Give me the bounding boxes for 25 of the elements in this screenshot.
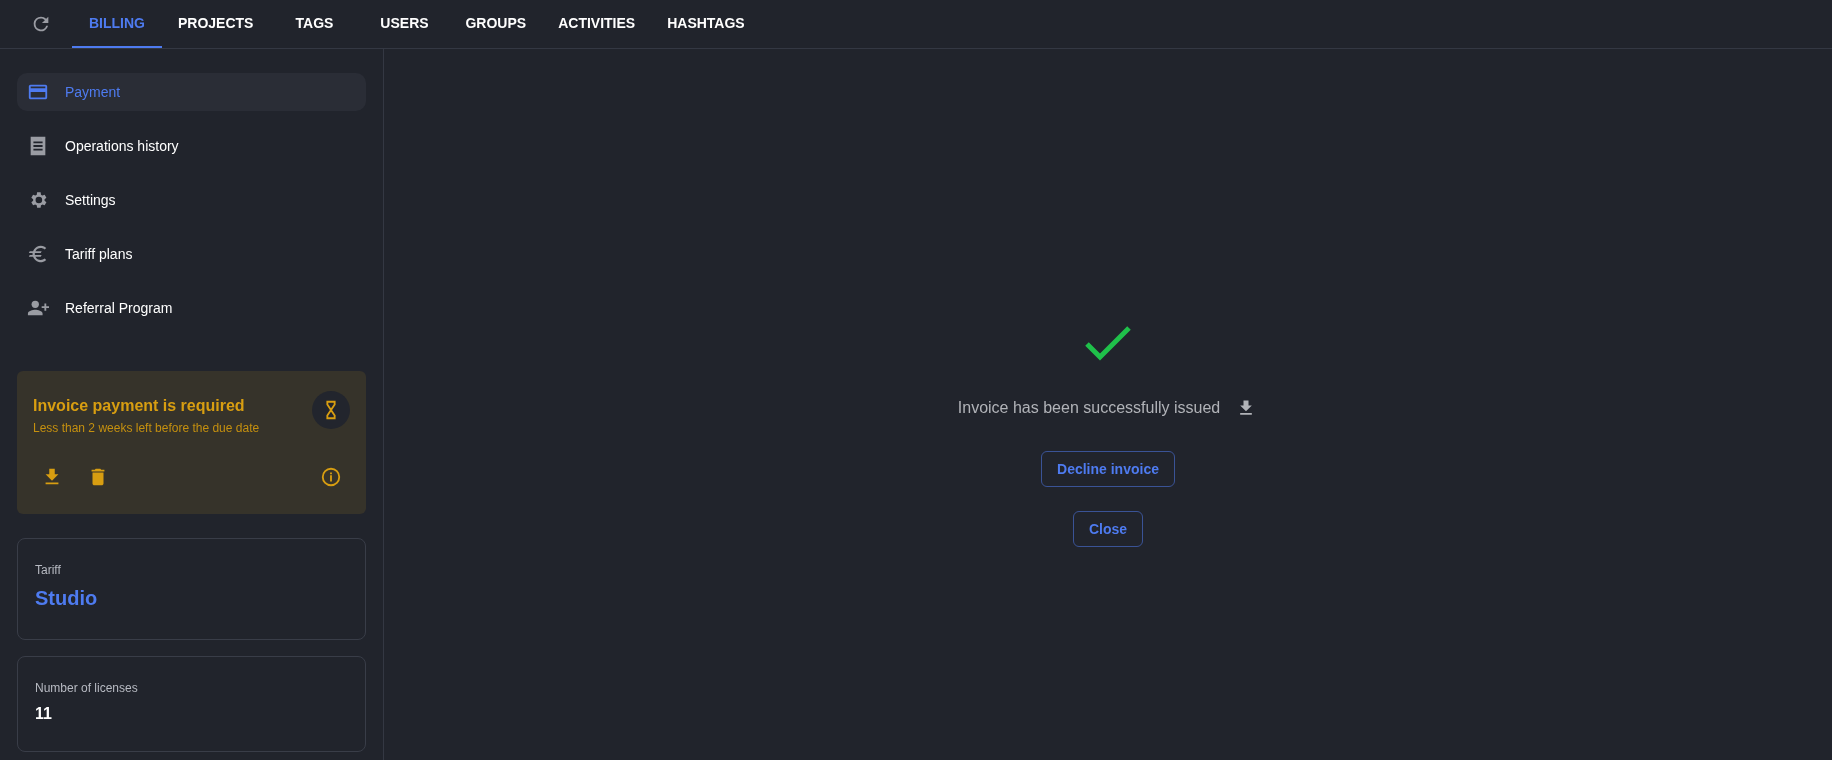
decline-button[interactable]: Decline invoice [1041, 451, 1175, 487]
card-value: Studio [35, 587, 99, 610]
card-value: 11 [35, 705, 53, 723]
nav-tab[interactable]: USERS [359, 0, 450, 48]
sidebar-item[interactable]: Operations history [17, 127, 366, 165]
alert-title: Invoice payment is required [33, 397, 246, 415]
euro-icon [27, 243, 49, 265]
nav-tab[interactable]: GROUPS [449, 0, 543, 48]
sidebar-item[interactable]: Payment [17, 73, 366, 111]
alert-subtitle: Less than 2 weeks left before the due date [33, 421, 260, 435]
card-label: Number of licenses [35, 681, 139, 695]
info-button[interactable] [320, 466, 342, 488]
nav-tab[interactable]: ACTIVITIES [542, 0, 652, 48]
checkmark-icon [1084, 325, 1132, 363]
nav-tab[interactable]: TAGS [269, 0, 360, 48]
nav-tab[interactable]: BILLING [72, 0, 162, 48]
sidebar-item[interactable]: Referral Program [17, 289, 366, 327]
sidebar-item[interactable]: Settings [17, 181, 366, 219]
nav-tab[interactable]: PROJECTS [162, 0, 270, 48]
sidebar-item[interactable]: Tariff plans [17, 235, 366, 273]
success-message: Invoice has been successfully issued [957, 399, 1221, 417]
close-button[interactable]: Close [1072, 511, 1144, 547]
nav-tab[interactable]: HASHTAGS [651, 0, 761, 48]
info-icon [320, 466, 342, 488]
card-label: Tariff [35, 563, 62, 577]
